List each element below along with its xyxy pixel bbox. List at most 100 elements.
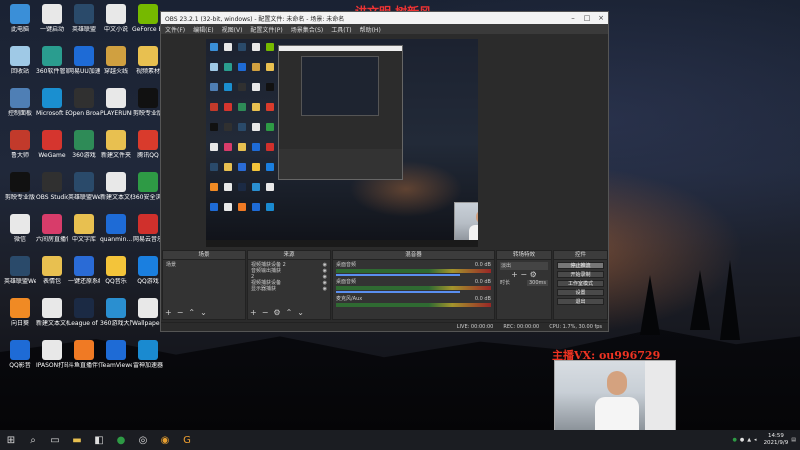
add-icon[interactable]: + [165,308,172,317]
desktop-icon[interactable]: quanmin... [100,214,132,243]
start-recording-button[interactable]: 开始录制 [557,271,604,278]
preview-taskbar [206,240,478,247]
desktop-icon[interactable]: 回收站 [4,46,36,75]
menu-edit[interactable]: 编辑(E) [193,25,213,34]
g-app-icon[interactable]: G [178,431,196,449]
desktop-icon[interactable]: 一键还原系统 [68,256,100,285]
desktop-icon[interactable]: Microsoft Edge [36,88,68,117]
network-icon[interactable]: ▲ [747,437,751,443]
add-icon[interactable]: + [250,308,257,317]
gear-icon[interactable]: ⚙ [530,270,537,279]
desktop-icon-label: OBS Studio [36,194,68,201]
taskbar-clock[interactable]: 14:59 2021/9/9 [764,433,789,447]
desktop-icon[interactable]: 英雄联盟 [68,4,100,33]
obs-icon[interactable]: ◎ [134,431,152,449]
obs-window[interactable]: OBS 23.2.1 (32-bit, windows) - 配置文件: 未命名… [160,11,609,332]
game-icon [138,256,158,276]
notification-icon[interactable]: ▤ [791,437,796,443]
desktop-icon[interactable]: Open Broadcast [68,88,100,117]
obs-icon [42,172,62,192]
add-icon[interactable]: + [511,270,518,279]
remove-icon[interactable]: − [262,308,269,317]
document-icon [138,298,158,318]
game-icon [106,298,126,318]
move-up-icon[interactable]: ⌃ [286,308,293,317]
desktop-icon[interactable]: 新建文件夹 [100,130,132,159]
desktop-icon[interactable]: 向日葵 [4,298,36,327]
task-view-icon[interactable]: ▭ [46,431,64,449]
tray-app-icon[interactable]: ● [732,437,736,443]
duration-input[interactable]: 300ms [526,280,548,286]
clock-date: 2021/9/9 [763,440,789,446]
desktop-icon[interactable]: 英雄联盟WeGame版 [4,256,36,285]
desktop-icon[interactable]: 微信 [4,214,36,243]
browser-icon[interactable]: ● [112,431,130,449]
menu-help[interactable]: 帮助(H) [360,25,381,34]
exit-button[interactable]: 退出 [557,298,604,305]
desktop-icon[interactable]: 英雄联盟WeGame版 [68,172,100,201]
maximize-icon[interactable]: □ [580,14,594,22]
desktop-icon[interactable]: 斗鱼直播伴侣 [68,340,100,369]
close-icon[interactable]: × [594,14,608,22]
desktop-icon[interactable]: 雷神加速器 [132,340,164,369]
desktop-icon[interactable]: 新建文本文档 [100,172,132,201]
desktop-icon[interactable]: 360游戏大厅 [100,298,132,327]
desktop-icon[interactable]: TeamViewer [100,340,132,369]
transition-select[interactable]: 淡出 [500,262,548,270]
menu-profile[interactable]: 配置文件(P) [250,25,282,34]
folder-icon [138,46,158,66]
menu-scene-collection[interactable]: 场景集合(S) [291,25,324,34]
move-down-icon[interactable]: ⌄ [200,308,207,317]
search-icon[interactable]: ⌕ [24,431,42,449]
rec-timer: REC: 00:00:00 [503,324,540,330]
remove-icon[interactable]: − [177,308,184,317]
obs-preview-canvas[interactable] [206,39,478,247]
source-item[interactable]: 显示器捕获 ◉ [251,286,327,292]
obs-window-title: OBS 23.2.1 (32-bit, windows) - 配置文件: 未命名… [165,15,345,23]
desktop-icon[interactable]: OBS Studio [36,172,68,201]
nested-obs-docks [279,149,402,179]
menu-file[interactable]: 文件(F) [165,25,185,34]
desktop-icon[interactable]: 中文字库 [68,214,100,243]
desktop-icon[interactable]: 新建文本文档 (3) [36,298,68,327]
volume-slider[interactable] [336,274,460,276]
desktop-icon[interactable]: IPASON打印软件 [36,340,68,369]
desktop-icon[interactable]: 剪映专业版 [4,172,36,201]
chrome-icon[interactable]: ◉ [156,431,174,449]
minimize-icon[interactable]: – [566,14,580,22]
settings-button[interactable]: 设置 [557,289,604,296]
desktop-icon[interactable]: 穿越火线 [100,46,132,75]
windows-start-icon[interactable]: ⊞ [2,431,20,449]
menu-tools[interactable]: 工具(T) [331,25,351,34]
obs-titlebar[interactable]: OBS 23.2.1 (32-bit, windows) - 配置文件: 未命名… [161,12,608,24]
desktop-icon[interactable]: QQ音乐 [100,256,132,285]
desktop-icon[interactable]: 此电脑 [4,4,36,33]
volume-icon[interactable]: ◂ [754,437,757,443]
desktop-icon[interactable]: 鲁大师 [4,130,36,159]
tray-app-icon[interactable]: ● [740,437,744,443]
gear-icon[interactable]: ⚙ [273,308,280,317]
desktop-icon[interactable]: PLAYERUNKNOWN'S BATTLEGROUNDS [100,88,132,117]
studio-mode-button[interactable]: 工作室模式 [557,280,604,287]
scene-item[interactable]: 场景 [166,262,242,268]
store-icon[interactable]: ◧ [90,431,108,449]
desktop-icon[interactable]: 中文小说 [100,4,132,33]
remove-icon[interactable]: − [520,270,527,279]
desktop-icon[interactable]: 控制面板 [4,88,36,117]
desktop-icon[interactable]: 表情包 [36,256,68,285]
desktop-icon[interactable]: WeGame [36,130,68,159]
volume-slider[interactable] [336,291,460,293]
menu-view[interactable]: 视图(V) [222,25,243,34]
stop-streaming-button[interactable]: 停止推流 [557,262,604,269]
file-explorer-icon[interactable]: ▬ [68,431,86,449]
desktop-icon[interactable]: 网易UU加速器 [68,46,100,75]
desktop-icon[interactable]: 360游戏 [68,130,100,159]
desktop-icon[interactable]: League of Legends [68,298,100,327]
desktop-icon[interactable]: QQ影音 [4,340,36,369]
desktop-icon[interactable]: 360软件管家 [36,46,68,75]
move-up-icon[interactable]: ⌃ [188,308,195,317]
desktop-icon[interactable]: 六间房直播伴侣 [36,214,68,243]
desktop-icon[interactable]: 一键启动 [36,4,68,33]
move-down-icon[interactable]: ⌄ [297,308,304,317]
desktop-icon-label: 表情包 [42,278,61,285]
